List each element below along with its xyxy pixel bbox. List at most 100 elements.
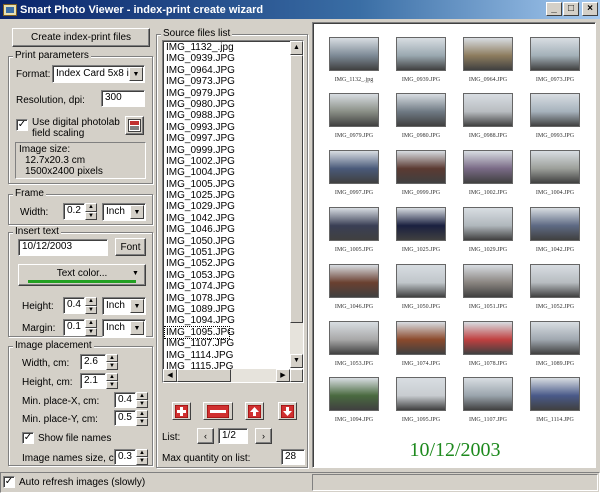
file-list-item[interactable]: IMG_0980.JPG: [165, 99, 303, 110]
photo-thumbnail: [463, 377, 513, 411]
chevron-right-icon: ›: [262, 431, 265, 441]
file-list-item[interactable]: IMG_0999.JPG: [165, 145, 303, 156]
maximize-button[interactable]: □: [563, 2, 579, 16]
insert-text-input[interactable]: 10/12/2003: [18, 239, 108, 256]
placement-height-input[interactable]: 2.1: [80, 373, 106, 389]
chevron-down-icon[interactable]: ▼: [130, 299, 144, 313]
file-list-item[interactable]: IMG_1052.JPG: [165, 258, 303, 269]
min-place-y-input[interactable]: 0.5: [114, 410, 136, 426]
margin-unit-select[interactable]: Inch ▼: [102, 319, 146, 337]
text-color-button[interactable]: Text color...: [18, 264, 146, 286]
digital-photolab-checkbox[interactable]: ✓: [16, 119, 28, 131]
text-height-spinner[interactable]: ▲ ▼: [85, 297, 97, 314]
hscroll-thumb[interactable]: [177, 369, 231, 382]
min-place-x-spinner[interactable]: ▲ ▼: [136, 392, 148, 408]
create-index-print-button[interactable]: Create index-print files: [12, 28, 150, 47]
format-select[interactable]: Index Card 5x8 in ▼: [52, 65, 145, 83]
names-size-input[interactable]: 0.3: [114, 449, 136, 465]
scroll-down-button[interactable]: ▼: [290, 354, 303, 368]
minimize-button[interactable]: _: [546, 2, 562, 16]
scroll-left-button[interactable]: ◀: [163, 369, 177, 382]
frame-width-input[interactable]: 0.2: [63, 203, 85, 220]
file-list-item[interactable]: IMG_1053.JPG: [165, 270, 303, 281]
auto-refresh-checkbox[interactable]: ✓: [3, 476, 15, 488]
chevron-down-icon[interactable]: ▼: [129, 67, 143, 81]
file-list-item[interactable]: IMG_1050.JPG: [165, 236, 303, 247]
placement-width-input[interactable]: 2.6: [80, 354, 106, 370]
close-button[interactable]: ×: [582, 2, 598, 16]
file-list-item[interactable]: IMG_1046.JPG: [165, 224, 303, 235]
margin-spinner[interactable]: ▲ ▼: [85, 319, 97, 336]
file-list-item[interactable]: IMG_1025.JPG: [165, 190, 303, 201]
frame-unit-select[interactable]: Inch ▼: [102, 203, 146, 221]
file-list-item[interactable]: IMG_1114.JPG: [165, 350, 303, 361]
source-files-title: Source files list: [161, 28, 233, 39]
placement-width-spinner[interactable]: ▲ ▼: [106, 354, 118, 370]
file-list-item[interactable]: IMG_1042.JPG: [165, 213, 303, 224]
min-place-y-spinner[interactable]: ▲ ▼: [136, 410, 148, 426]
font-button[interactable]: Font: [115, 238, 146, 256]
file-list-item[interactable]: IMG_1095.JPG: [164, 325, 235, 340]
file-list-item[interactable]: IMG_1004.JPG: [165, 167, 303, 178]
file-list-item[interactable]: IMG_1078.JPG: [165, 293, 303, 304]
chevron-down-icon[interactable]: ▼: [132, 270, 139, 277]
photo-thumbnail: [463, 37, 513, 71]
app-icon: [3, 3, 17, 16]
thumbnail-caption: IMG_1089.JPG: [535, 361, 575, 367]
file-list-scrollbar[interactable]: ▲ ▼: [290, 41, 303, 368]
frame-unit-value: Inch: [106, 206, 125, 217]
image-size-pixels: 1500x2400 pixels: [25, 166, 103, 177]
scroll-up-button[interactable]: ▲: [290, 41, 303, 55]
move-up-button[interactable]: [245, 402, 264, 420]
photo-thumbnail: [463, 264, 513, 298]
insert-text-title: Insert text: [13, 226, 61, 237]
thumbnail-image: [396, 207, 446, 247]
file-list-item[interactable]: IMG_0939.JPG: [165, 53, 303, 64]
add-icon: [175, 404, 188, 418]
scroll-thumb[interactable]: [290, 55, 303, 323]
thumbnail-image: [396, 150, 446, 190]
remove-files-button[interactable]: [203, 402, 233, 420]
file-list-item[interactable]: IMG_1107.JPG: [165, 338, 303, 349]
next-list-button[interactable]: ›: [255, 428, 272, 444]
placement-height-spinner[interactable]: ▲ ▼: [106, 373, 118, 389]
file-list-item[interactable]: IMG_1029.JPG: [165, 201, 303, 212]
add-files-button[interactable]: [172, 402, 191, 420]
file-list-item[interactable]: IMG_0964.JPG: [165, 65, 303, 76]
text-height-unit-select[interactable]: Inch ▼: [102, 297, 146, 315]
file-list-item[interactable]: IMG_0988.JPG: [165, 110, 303, 121]
thumbnail-image: [463, 37, 513, 77]
file-list-item[interactable]: IMG_1005.JPG: [165, 179, 303, 190]
chevron-down-icon[interactable]: ▼: [130, 205, 144, 219]
min-place-x-input[interactable]: 0.4: [114, 392, 136, 408]
frame-width-spinner[interactable]: ▲ ▼: [85, 203, 97, 220]
resolution-input[interactable]: 300: [101, 90, 145, 107]
file-list-item[interactable]: IMG_1132_.jpg: [165, 42, 303, 53]
chevron-down-icon[interactable]: ▼: [130, 321, 144, 335]
file-list-item[interactable]: IMG_1089.JPG: [165, 304, 303, 315]
move-down-button[interactable]: [278, 402, 297, 420]
names-size-spinner[interactable]: ▲ ▼: [136, 449, 148, 465]
thumbnail-image: [463, 264, 513, 304]
margin-input[interactable]: 0.1: [63, 319, 85, 336]
text-height-input[interactable]: 0.4: [63, 297, 85, 314]
prev-list-button[interactable]: ‹: [197, 428, 214, 444]
show-file-names-checkbox[interactable]: ✓: [22, 432, 34, 444]
photolab-settings-button[interactable]: [125, 116, 144, 135]
thumbnail-caption: IMG_1074.JPG: [401, 361, 441, 367]
file-list-item[interactable]: IMG_1074.JPG: [165, 281, 303, 292]
thumbnail-caption: IMG_0988.JPG: [468, 133, 508, 139]
format-value: Index Card 5x8 in: [56, 68, 135, 79]
file-list-item[interactable]: IMG_0997.JPG: [165, 133, 303, 144]
file-list-item[interactable]: IMG_0973.JPG: [165, 76, 303, 87]
file-list-item[interactable]: IMG_0993.JPG: [165, 122, 303, 133]
file-list-item[interactable]: IMG_1094.JPG: [165, 315, 303, 326]
thumbnail-image: [530, 150, 580, 190]
file-list-hscrollbar[interactable]: ◀ ▶: [163, 369, 290, 382]
scroll-right-button[interactable]: ▶: [276, 369, 290, 382]
file-list-item[interactable]: IMG_1002.JPG: [165, 156, 303, 167]
file-list-item[interactable]: IMG_0979.JPG: [165, 88, 303, 99]
file-list-item[interactable]: IMG_1051.JPG: [165, 247, 303, 258]
source-files-list[interactable]: IMG_1132_.jpg IMG_0939.JPG IMG_0964.JPG IMG…: [162, 40, 304, 383]
chevron-left-icon: ‹: [204, 431, 207, 441]
